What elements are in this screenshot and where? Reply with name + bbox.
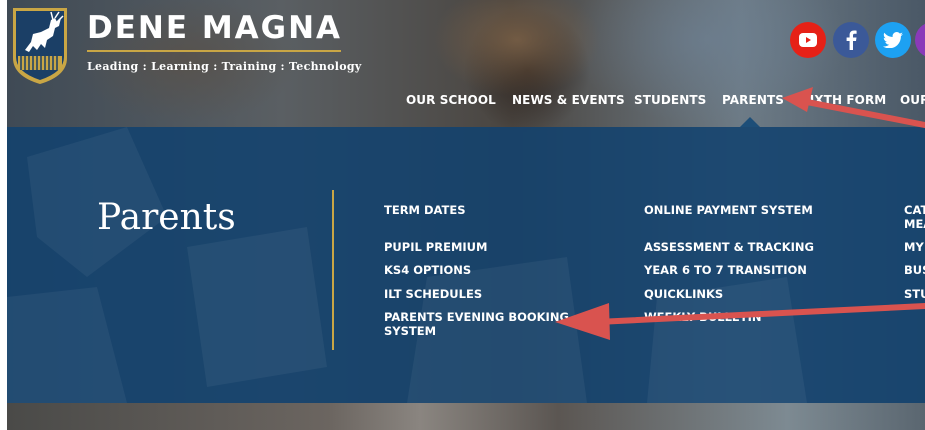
menu-link-ilt-schedules[interactable]: ILT SCHEDULES: [384, 287, 482, 301]
facebook-button[interactable]: [833, 22, 869, 58]
nav-item-sixth-form[interactable]: SIXTH FORM: [801, 93, 886, 107]
menu-link-bus[interactable]: BUS: [904, 263, 925, 277]
twitter-icon: [883, 32, 903, 48]
mega-menu-content: Parents TERM DATES PUPIL PREMIUM KS4 OPT…: [7, 127, 925, 403]
active-nav-caret: [740, 117, 760, 127]
mega-menu-divider: [332, 190, 334, 350]
youtube-icon: [799, 33, 817, 47]
twitter-button[interactable]: [875, 22, 911, 58]
brand-tagline: Leading : Learning : Training : Technolo…: [87, 60, 362, 73]
menu-link-cat-line2: MEA: [904, 217, 925, 231]
youtube-button[interactable]: [790, 22, 826, 58]
mega-menu-title: Parents: [97, 197, 236, 238]
menu-link-term-dates[interactable]: TERM DATES: [384, 203, 466, 217]
nav-item-news-events[interactable]: NEWS & EVENTS: [512, 93, 625, 107]
menu-link-ks4-options[interactable]: KS4 OPTIONS: [384, 263, 471, 277]
menu-link-cat-line1: CAT: [904, 203, 925, 217]
menu-link-parents-evening-booking-line1: PARENTS EVENING BOOKING: [384, 310, 569, 324]
nav-item-our-school[interactable]: OUR SCHOOL: [406, 93, 496, 107]
menu-link-quicklinks[interactable]: QUICKLINKS: [644, 287, 723, 301]
nav-item-parents[interactable]: PARENTS: [722, 93, 784, 107]
menu-link-assessment-tracking[interactable]: ASSESSMENT & TRACKING: [644, 240, 814, 254]
stag-crest-logo-icon[interactable]: [11, 6, 69, 86]
nav-item-our[interactable]: OUR: [900, 93, 925, 107]
page-frame: DENE MAGNA Leading : Learning : Training…: [7, 0, 925, 430]
hero-background-photo-bottom: [7, 403, 925, 430]
brand-name[interactable]: DENE MAGNA: [87, 10, 342, 46]
facebook-icon: [846, 30, 857, 50]
brand-underline: [87, 50, 341, 52]
menu-link-stu[interactable]: STU: [904, 287, 925, 301]
menu-link-weekly-bulletin[interactable]: WEEKLY BULLETIN: [644, 310, 762, 324]
menu-link-year-6-to-7-transition[interactable]: YEAR 6 TO 7 TRANSITION: [644, 263, 807, 277]
menu-link-parents-evening-booking-line2: SYSTEM: [384, 324, 437, 338]
menu-link-cat-mea[interactable]: CAT MEA: [904, 203, 925, 231]
menu-link-online-payment-system[interactable]: ONLINE PAYMENT SYSTEM: [644, 203, 813, 217]
menu-link-pupil-premium[interactable]: PUPIL PREMIUM: [384, 240, 487, 254]
nav-item-students[interactable]: STUDENTS: [634, 93, 706, 107]
menu-link-my[interactable]: MY: [904, 240, 924, 254]
menu-link-parents-evening-booking[interactable]: PARENTS EVENING BOOKING SYSTEM: [384, 310, 569, 338]
